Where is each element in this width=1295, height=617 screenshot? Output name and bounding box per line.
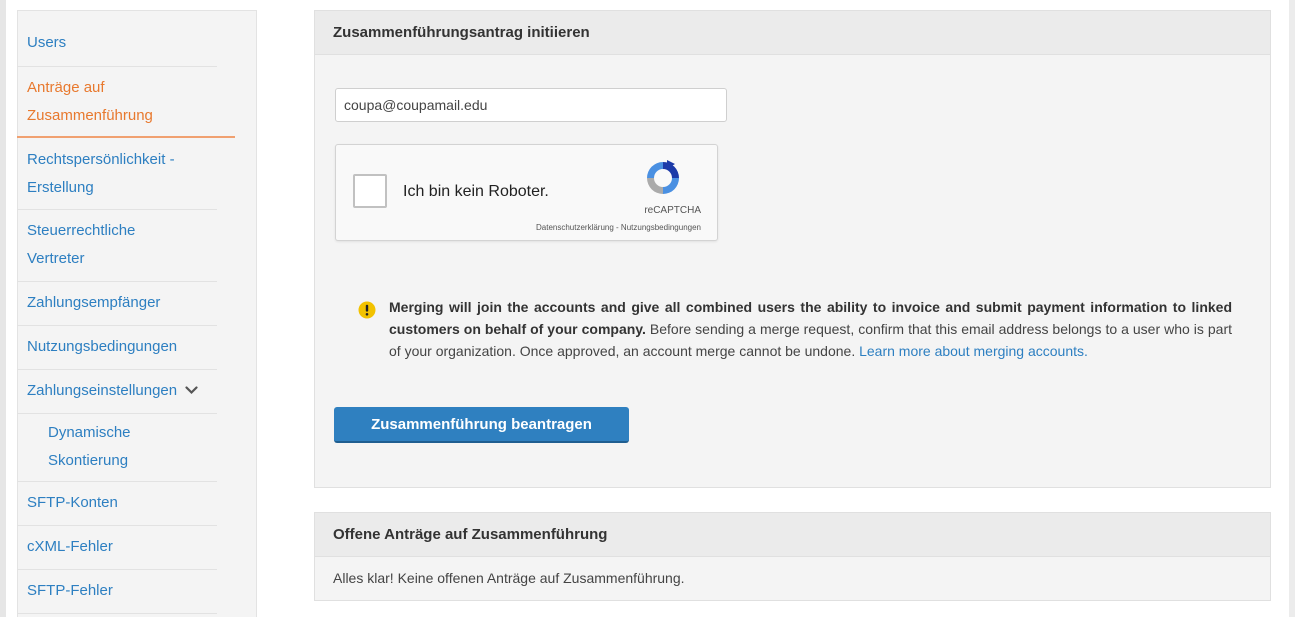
sidebar-divider	[17, 66, 217, 67]
sidebar-item-cxml-errors[interactable]: cXML-Fehler	[17, 533, 235, 561]
learn-more-link[interactable]: Learn more about merging accounts.	[859, 343, 1088, 359]
merge-request-panel: Zusammenführungsantrag initiieren Ich bi…	[314, 10, 1271, 488]
sidebar-item-label: Nutzungsbedingungen	[27, 338, 178, 355]
sidebar-active-indicator	[17, 136, 235, 138]
sidebar-item-label: Users	[27, 34, 67, 51]
merge-warning-message: Merging will join the accounts and give …	[389, 296, 1232, 362]
sidebar-item-sftp-accounts[interactable]: SFTP-Konten	[17, 489, 235, 517]
sidebar-divider	[17, 413, 217, 414]
sidebar-item-sftp-errors[interactable]: SFTP-Fehler	[17, 577, 235, 605]
recaptcha-widget: Ich bin kein Roboter. reCAPTCHA Datensch…	[335, 144, 718, 241]
recaptcha-brand: reCAPTCHA	[644, 205, 701, 216]
recaptcha-logo-icon	[643, 158, 683, 203]
sidebar-item-label-line2: Erstellung	[27, 179, 94, 196]
sidebar-item-users[interactable]: Users	[17, 29, 235, 57]
sidebar-item-label-line1: Anträge auf	[27, 79, 105, 96]
sidebar-item-payment-settings[interactable]: Zahlungseinstellungen	[17, 377, 235, 405]
page-right-edge	[1289, 0, 1295, 617]
sidebar-item-label: SFTP-Konten	[27, 494, 118, 511]
sidebar-divider	[17, 481, 217, 482]
sidebar-divider	[17, 569, 217, 570]
sidebar-divider	[17, 613, 217, 614]
recaptcha-label: Ich bin kein Roboter.	[403, 183, 549, 200]
sidebar-divider	[17, 281, 217, 282]
sidebar-item-label-line2: Zusammenführung	[27, 107, 153, 124]
sidebar-divider	[17, 369, 217, 370]
sidebar-item-merge-requests[interactable]: Anträge auf Zusammenführung	[17, 74, 235, 130]
sidebar-item-label: Zahlungseinstellungen	[27, 382, 178, 399]
sidebar-item-label: Zahlungsempfänger	[27, 294, 161, 311]
sidebar-item-tax-representatives[interactable]: Steuerrechtliche Vertreter	[17, 217, 235, 273]
sidebar-item-label-line1: Rechtspersönlichkeit -	[27, 151, 175, 168]
recaptcha-links[interactable]: Datenschutzerklärung - Nutzungsbedingung…	[536, 223, 701, 232]
warning-icon	[358, 301, 376, 324]
email-field[interactable]	[335, 88, 727, 122]
sidebar-divider	[17, 209, 217, 210]
request-merge-button[interactable]: Zusammenführung beantragen	[334, 407, 629, 443]
sidebar-item-label-line1: Steuerrechtliche	[27, 222, 136, 239]
sidebar-item-label-line1: Dynamische	[48, 424, 131, 441]
sidebar-item-label-line2: Vertreter	[27, 250, 85, 267]
sidebar-item-payees[interactable]: Zahlungsempfänger	[17, 289, 235, 317]
open-requests-panel-title: Offene Anträge auf Zusammenführung	[315, 513, 1270, 557]
sidebar-item-label-line2: Skontierung	[48, 452, 129, 469]
sidebar-divider	[17, 325, 217, 326]
recaptcha-checkbox[interactable]	[353, 174, 387, 208]
sidebar-item-label: SFTP-Fehler	[27, 582, 113, 599]
chevron-down-icon[interactable]	[185, 377, 198, 405]
open-requests-empty-message: Alles klar! Keine offenen Anträge auf Zu…	[333, 570, 685, 586]
page-left-edge	[0, 0, 6, 617]
sidebar-item-dynamic-discounting[interactable]: Dynamische Skontierung	[17, 419, 235, 475]
sidebar-item-label: cXML-Fehler	[27, 538, 113, 555]
open-requests-panel: Offene Anträge auf Zusammenführung Alles…	[314, 512, 1271, 601]
merge-request-panel-title: Zusammenführungsantrag initiieren	[315, 11, 1270, 55]
sidebar-item-legal-entity[interactable]: Rechtspersönlichkeit - Erstellung	[17, 146, 235, 202]
sidebar-divider	[17, 525, 217, 526]
sidebar-item-terms-of-use[interactable]: Nutzungsbedingungen	[17, 333, 235, 361]
